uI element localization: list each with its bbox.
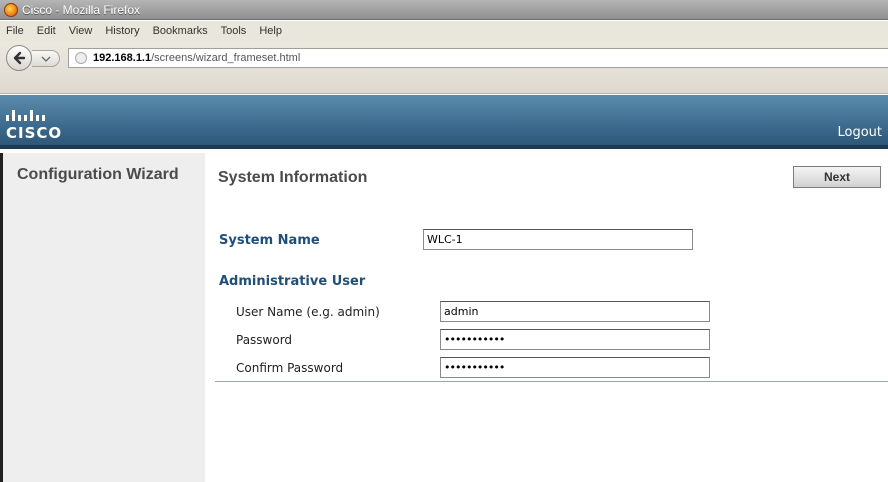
next-button[interactable]: Next [793,166,881,188]
system-name-input[interactable]: WLC-1 [423,229,693,250]
window-title: Cisco - Mozilla Firefox [22,2,141,17]
window-titlebar: Cisco - Mozilla Firefox [0,0,888,20]
url-path: /screens/wizard_frameset.html [151,52,301,64]
password-input[interactable]: ••••••••••• [440,329,710,350]
url-bar[interactable]: 192.168.1.1 /screens/wizard_frameset.htm… [68,48,888,68]
menu-tools[interactable]: Tools [221,25,247,37]
password-label: Password [236,333,293,347]
menu-bookmarks[interactable]: Bookmarks [153,25,208,37]
globe-icon [75,52,87,64]
menu-edit[interactable]: Edit [37,25,56,37]
menu-bar: File Edit View History Bookmarks Tools H… [0,21,888,41]
back-button[interactable] [6,45,32,71]
main-content: System Information Next System Name WLC-… [205,153,888,482]
arrow-left-icon [13,51,26,65]
username-label: User Name (e.g. admin) [236,305,380,319]
confirm-password-input[interactable]: ••••••••••• [440,357,710,378]
cisco-logo-bars [6,103,86,121]
cisco-header: CISCO Logout [0,95,888,149]
navigation-bar: 192.168.1.1 /screens/wizard_frameset.htm… [0,41,888,94]
url-host: 192.168.1.1 [93,52,152,64]
menu-view[interactable]: View [69,25,93,37]
section-divider [215,381,888,382]
menu-help[interactable]: Help [259,25,282,37]
chevron-down-icon [41,56,50,62]
username-input[interactable]: admin [440,301,710,322]
cisco-logo-text: CISCO [6,124,63,142]
menu-file[interactable]: File [6,25,24,37]
sidebar: Configuration Wizard [0,153,205,482]
system-name-label: System Name [219,233,320,248]
menu-history[interactable]: History [105,25,139,37]
sidebar-title: Configuration Wizard [17,166,179,183]
firefox-icon [4,2,18,17]
admin-section-label: Administrative User [219,274,366,289]
confirm-password-label: Confirm Password [236,361,344,375]
logout-link[interactable]: Logout [837,125,882,140]
cisco-logo: CISCO [6,103,86,143]
history-dropdown-button[interactable] [32,50,60,67]
page-title: System Information [218,169,368,186]
